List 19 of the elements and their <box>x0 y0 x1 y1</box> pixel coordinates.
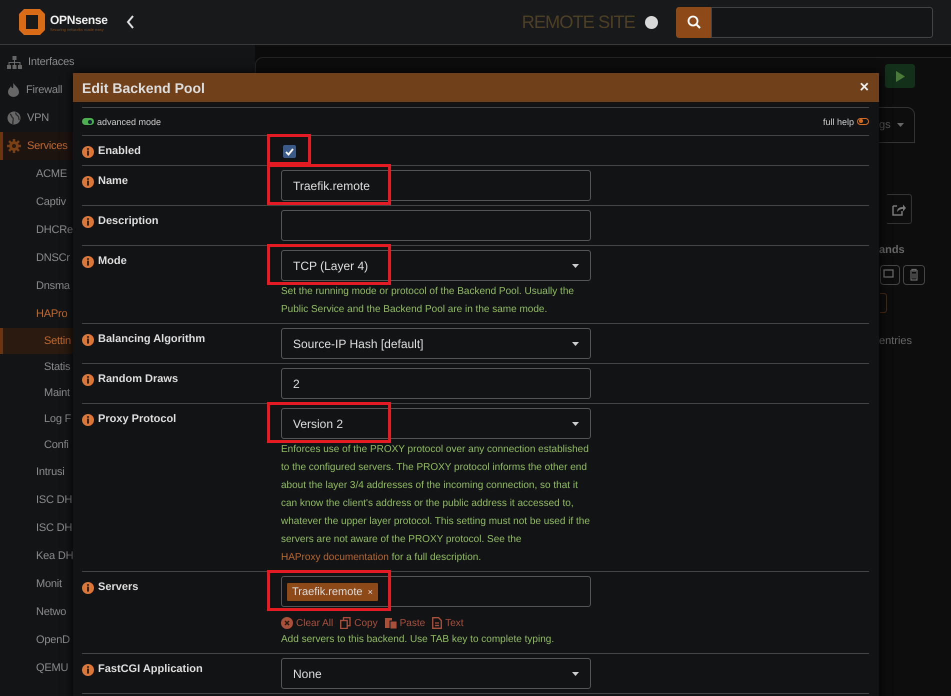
field-label: FastCGI Application <box>98 663 203 675</box>
field-label: Description <box>98 215 159 227</box>
field-label: Balancing Algorithm <box>98 333 206 345</box>
field-label: Proxy Protocol <box>98 413 176 425</box>
field-label: Mode <box>98 255 127 267</box>
column-header: ands <box>879 244 905 256</box>
server-tag: Traefik.remote × <box>287 582 378 600</box>
field-label: Name <box>98 175 128 187</box>
help-text: Set the running mode or protocol of the Backend Pool. Usually the Public Service and the Backend Pool are in the same mode. <box>281 285 575 317</box>
help-text: Add servers to this backend. Use TAB key to complete typing. <box>281 633 556 647</box>
entries-label: entries <box>879 335 912 347</box>
field-label: Servers <box>98 581 138 593</box>
toggle-label: advanced mode <box>97 116 162 126</box>
field-label: Enabled <box>98 145 141 157</box>
toggle-label: full help <box>822 116 854 126</box>
brand-name: OPNsense <box>50 12 108 26</box>
dialog-title: Edit Backend Pool <box>82 80 205 96</box>
field-label: Random Draws <box>98 373 178 385</box>
help-text: Enforces use of the PROXY protocol over any connection established to the configured servers. The PROXY protocol informs the other end about the layer 3/4 addresses of the incoming connection, so that it can know the client's address or the public address it accessed to, whatever the upper layer protocol. This setting must not be used if the servers are not aware of the PROXY protocol. See the HAProxy documentation for a full description. <box>281 443 591 565</box>
